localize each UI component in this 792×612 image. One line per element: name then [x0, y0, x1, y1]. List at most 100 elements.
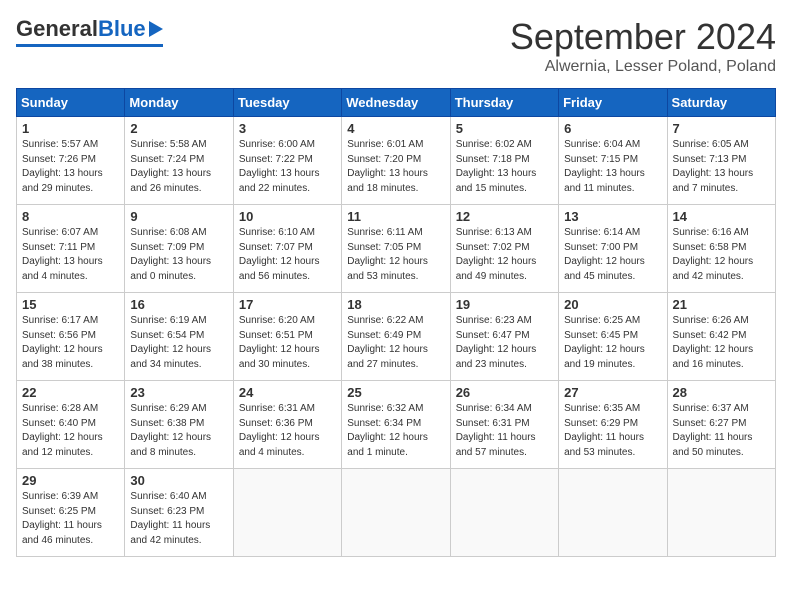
table-row: 3 Sunrise: 6:00 AM Sunset: 7:22 PM Daylig… [233, 117, 341, 205]
day-number: 9 [130, 209, 227, 224]
day-number: 15 [22, 297, 119, 312]
table-row: 5 Sunrise: 6:02 AM Sunset: 7:18 PM Daylig… [450, 117, 558, 205]
day-number: 4 [347, 121, 444, 136]
cell-info: Sunrise: 6:05 AM Sunset: 7:13 PM Dayligh… [673, 138, 770, 196]
table-row [667, 469, 775, 557]
cell-info: Sunrise: 6:29 AM Sunset: 6:38 PM Dayligh… [130, 402, 227, 460]
table-row: 18 Sunrise: 6:22 AM Sunset: 6:49 PM Dayli… [342, 293, 450, 381]
col-wednesday: Wednesday [342, 89, 450, 117]
calendar-week-row: 22Sunrise: 6:28 AM Sunset: 6:40 PM Dayli… [17, 381, 776, 469]
table-row: 20 Sunrise: 6:25 AM Sunset: 6:45 PM Dayli… [559, 293, 667, 381]
table-row: 1 Sunrise: 5:57 AM Sunset: 7:26 PM Daylig… [17, 117, 125, 205]
day-number: 20 [564, 297, 661, 312]
table-row: 23 Sunrise: 6:29 AM Sunset: 6:38 PM Dayli… [125, 381, 233, 469]
table-row: 7 Sunrise: 6:05 AM Sunset: 7:13 PM Daylig… [667, 117, 775, 205]
day-number: 11 [347, 209, 444, 224]
day-number: 27 [564, 385, 661, 400]
table-row: 6 Sunrise: 6:04 AM Sunset: 7:15 PM Daylig… [559, 117, 667, 205]
cell-info: Sunrise: 6:13 AM Sunset: 7:02 PM Dayligh… [456, 226, 553, 284]
col-tuesday: Tuesday [233, 89, 341, 117]
cell-info: Sunrise: 6:22 AM Sunset: 6:49 PM Dayligh… [347, 314, 444, 372]
day-number: 12 [456, 209, 553, 224]
table-row: 14Sunrise: 6:16 AM Sunset: 6:58 PM Dayli… [667, 205, 775, 293]
day-number: 13 [564, 209, 661, 224]
cell-info: Sunrise: 6:23 AM Sunset: 6:47 PM Dayligh… [456, 314, 553, 372]
cell-info: Sunrise: 6:11 AM Sunset: 7:05 PM Dayligh… [347, 226, 444, 284]
cell-info: Sunrise: 5:57 AM Sunset: 7:26 PM Dayligh… [22, 138, 119, 196]
day-number: 3 [239, 121, 336, 136]
table-row [233, 469, 341, 557]
table-row: 30 Sunrise: 6:40 AM Sunset: 6:23 PM Dayli… [125, 469, 233, 557]
cell-info: Sunrise: 6:28 AM Sunset: 6:40 PM Dayligh… [22, 402, 119, 460]
col-thursday: Thursday [450, 89, 558, 117]
logo: General Blue [16, 16, 163, 47]
day-number: 26 [456, 385, 553, 400]
cell-info: Sunrise: 6:01 AM Sunset: 7:20 PM Dayligh… [347, 138, 444, 196]
table-row [559, 469, 667, 557]
day-number: 10 [239, 209, 336, 224]
cell-info: Sunrise: 6:16 AM Sunset: 6:58 PM Dayligh… [673, 226, 770, 284]
cell-info: Sunrise: 6:32 AM Sunset: 6:34 PM Dayligh… [347, 402, 444, 460]
calendar-week-row: 29Sunrise: 6:39 AM Sunset: 6:25 PM Dayli… [17, 469, 776, 557]
cell-info: Sunrise: 6:39 AM Sunset: 6:25 PM Dayligh… [22, 490, 119, 548]
day-number: 5 [456, 121, 553, 136]
day-number: 1 [22, 121, 119, 136]
cell-info: Sunrise: 6:04 AM Sunset: 7:15 PM Dayligh… [564, 138, 661, 196]
table-row: 26 Sunrise: 6:34 AM Sunset: 6:31 PM Dayli… [450, 381, 558, 469]
day-number: 16 [130, 297, 227, 312]
cell-info: Sunrise: 6:00 AM Sunset: 7:22 PM Dayligh… [239, 138, 336, 196]
location: Alwernia, Lesser Poland, Poland [510, 58, 776, 76]
col-saturday: Saturday [667, 89, 775, 117]
day-number: 30 [130, 473, 227, 488]
calendar-week-row: 1 Sunrise: 5:57 AM Sunset: 7:26 PM Daylig… [17, 117, 776, 205]
day-number: 19 [456, 297, 553, 312]
col-monday: Monday [125, 89, 233, 117]
logo-arrow-icon [149, 21, 163, 37]
calendar-week-row: 8Sunrise: 6:07 AM Sunset: 7:11 PM Daylig… [17, 205, 776, 293]
cell-info: Sunrise: 6:17 AM Sunset: 6:56 PM Dayligh… [22, 314, 119, 372]
cell-info: Sunrise: 6:34 AM Sunset: 6:31 PM Dayligh… [456, 402, 553, 460]
table-row: 2 Sunrise: 5:58 AM Sunset: 7:24 PM Daylig… [125, 117, 233, 205]
cell-info: Sunrise: 6:31 AM Sunset: 6:36 PM Dayligh… [239, 402, 336, 460]
table-row: 11 Sunrise: 6:11 AM Sunset: 7:05 PM Dayli… [342, 205, 450, 293]
table-row: 15 Sunrise: 6:17 AM Sunset: 6:56 PM Dayli… [17, 293, 125, 381]
logo-blue: Blue [98, 16, 146, 42]
logo-general: General [16, 16, 98, 42]
table-row: 4 Sunrise: 6:01 AM Sunset: 7:20 PM Daylig… [342, 117, 450, 205]
cell-info: Sunrise: 6:37 AM Sunset: 6:27 PM Dayligh… [673, 402, 770, 460]
calendar-week-row: 15 Sunrise: 6:17 AM Sunset: 6:56 PM Dayli… [17, 293, 776, 381]
table-row: 12 Sunrise: 6:13 AM Sunset: 7:02 PM Dayli… [450, 205, 558, 293]
table-row: 19 Sunrise: 6:23 AM Sunset: 6:47 PM Dayli… [450, 293, 558, 381]
day-number: 6 [564, 121, 661, 136]
col-friday: Friday [559, 89, 667, 117]
day-number: 28 [673, 385, 770, 400]
day-number: 2 [130, 121, 227, 136]
table-row: 22Sunrise: 6:28 AM Sunset: 6:40 PM Dayli… [17, 381, 125, 469]
day-number: 23 [130, 385, 227, 400]
cell-info: Sunrise: 6:02 AM Sunset: 7:18 PM Dayligh… [456, 138, 553, 196]
table-row: 29Sunrise: 6:39 AM Sunset: 6:25 PM Dayli… [17, 469, 125, 557]
day-number: 25 [347, 385, 444, 400]
cell-info: Sunrise: 5:58 AM Sunset: 7:24 PM Dayligh… [130, 138, 227, 196]
table-row: 24 Sunrise: 6:31 AM Sunset: 6:36 PM Dayli… [233, 381, 341, 469]
table-row: 25 Sunrise: 6:32 AM Sunset: 6:34 PM Dayli… [342, 381, 450, 469]
table-row: 10 Sunrise: 6:10 AM Sunset: 7:07 PM Dayli… [233, 205, 341, 293]
calendar-header-row: Sunday Monday Tuesday Wednesday Thursday… [17, 89, 776, 117]
day-number: 21 [673, 297, 770, 312]
cell-info: Sunrise: 6:14 AM Sunset: 7:00 PM Dayligh… [564, 226, 661, 284]
cell-info: Sunrise: 6:20 AM Sunset: 6:51 PM Dayligh… [239, 314, 336, 372]
day-number: 18 [347, 297, 444, 312]
day-number: 17 [239, 297, 336, 312]
table-row: 13 Sunrise: 6:14 AM Sunset: 7:00 PM Dayli… [559, 205, 667, 293]
day-number: 24 [239, 385, 336, 400]
cell-info: Sunrise: 6:40 AM Sunset: 6:23 PM Dayligh… [130, 490, 227, 548]
cell-info: Sunrise: 6:10 AM Sunset: 7:07 PM Dayligh… [239, 226, 336, 284]
table-row: 21 Sunrise: 6:26 AM Sunset: 6:42 PM Dayli… [667, 293, 775, 381]
cell-info: Sunrise: 6:25 AM Sunset: 6:45 PM Dayligh… [564, 314, 661, 372]
day-number: 7 [673, 121, 770, 136]
table-row: 17 Sunrise: 6:20 AM Sunset: 6:51 PM Dayli… [233, 293, 341, 381]
table-row: 27Sunrise: 6:35 AM Sunset: 6:29 PM Dayli… [559, 381, 667, 469]
table-row: 9Sunrise: 6:08 AM Sunset: 7:09 PM Daylig… [125, 205, 233, 293]
table-row [342, 469, 450, 557]
cell-info: Sunrise: 6:26 AM Sunset: 6:42 PM Dayligh… [673, 314, 770, 372]
